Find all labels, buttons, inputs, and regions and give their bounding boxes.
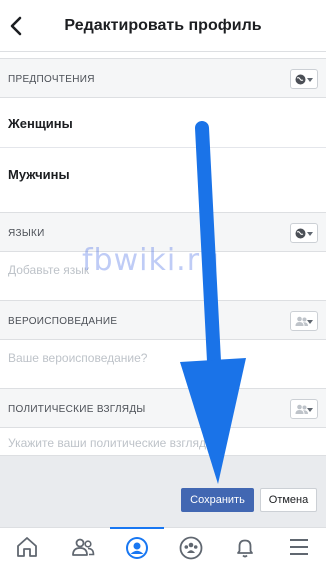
friends-icon: [72, 538, 95, 556]
politics-section-header: ПОЛИТИЧЕСКИЕ ВЗГЛЯДЫ: [0, 388, 326, 428]
top-header: Редактировать профиль: [0, 0, 326, 52]
profile-icon: [126, 537, 148, 559]
privacy-selector-public[interactable]: [290, 223, 318, 243]
tab-menu[interactable]: [272, 528, 326, 566]
watermark: fbwiki.ru: [82, 243, 221, 278]
bell-icon: [237, 539, 253, 558]
preferences-section-header: ПРЕДПОЧТЕНИЯ: [0, 58, 326, 98]
tab-friends[interactable]: [56, 528, 110, 566]
globe-icon: [295, 74, 306, 85]
tab-home[interactable]: [0, 528, 54, 566]
tab-groups[interactable]: [164, 528, 218, 566]
religion-label: ВЕРОИСПОВЕДАНИЕ: [8, 316, 118, 327]
save-button[interactable]: Сохранить: [181, 488, 254, 512]
politics-input[interactable]: Укажите ваши политические взгляды: [0, 428, 326, 455]
languages-label: ЯЗЫКИ: [8, 228, 45, 239]
groups-icon: [179, 536, 203, 560]
politics-placeholder: Укажите ваши политические взгляды: [8, 436, 215, 450]
preference-option-men[interactable]: Мужчины: [0, 148, 326, 200]
page-title: Редактировать профиль: [64, 17, 262, 34]
chevron-down-icon: [307, 320, 313, 324]
preference-option-label: Женщины: [8, 116, 73, 131]
religion-section-header: ВЕРОИСПОВЕДАНИЕ: [0, 300, 326, 340]
preferences-label: ПРЕДПОЧТЕНИЯ: [8, 74, 95, 85]
chevron-down-icon: [307, 408, 313, 412]
privacy-selector-public[interactable]: [290, 69, 318, 89]
bottom-tab-bar: [0, 527, 326, 566]
tab-profile[interactable]: [110, 527, 164, 566]
globe-icon: [295, 228, 306, 239]
tab-notifications[interactable]: [218, 528, 272, 566]
home-icon: [17, 537, 37, 557]
politics-label: ПОЛИТИЧЕСКИЕ ВЗГЛЯДЫ: [8, 404, 146, 415]
preference-option-label: Мужчины: [8, 167, 70, 182]
menu-icon: [290, 539, 308, 555]
privacy-selector-friends[interactable]: [290, 311, 318, 331]
preference-option-women[interactable]: Женщины: [0, 98, 326, 148]
chevron-down-icon: [307, 78, 313, 82]
religion-placeholder: Ваше вероисповедание?: [8, 351, 148, 365]
cancel-button[interactable]: Отмена: [260, 488, 317, 512]
chevron-down-icon: [307, 232, 313, 236]
religion-input[interactable]: Ваше вероисповедание?: [0, 340, 326, 376]
language-placeholder: Добавьте язык: [8, 263, 90, 277]
privacy-selector-friends[interactable]: [290, 399, 318, 419]
